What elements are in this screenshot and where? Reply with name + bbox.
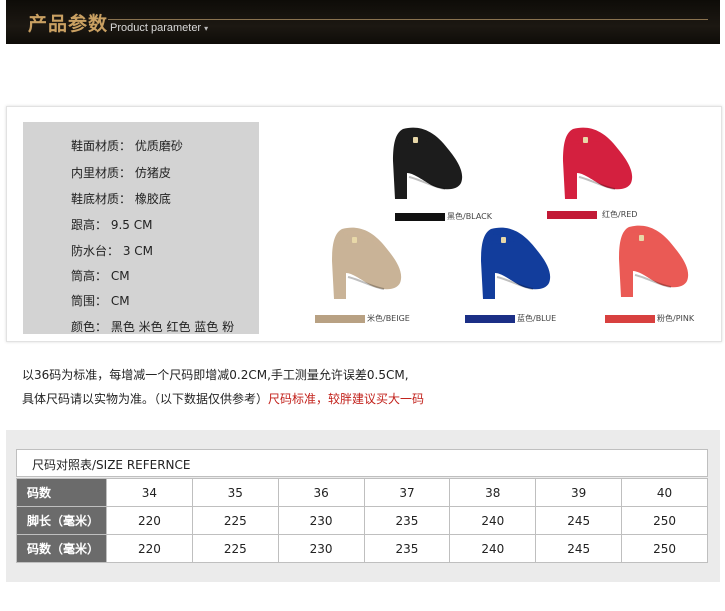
table-row: 码数 34 35 36 37 38 39 40 bbox=[16, 478, 708, 507]
table-cell: 240 bbox=[449, 534, 537, 563]
table-cell: 35 bbox=[191, 478, 279, 507]
color-label-beige: 米色/BEIGE bbox=[367, 314, 410, 323]
table-cell: 40 bbox=[621, 478, 708, 507]
table-cell: 220 bbox=[106, 534, 193, 563]
shoe-image-beige bbox=[332, 227, 402, 299]
table-cell: 34 bbox=[106, 478, 193, 507]
spec-box: 鞋面材质： 优质磨砂 内里材质： 仿猪皮 鞋底材质： 橡胶底 跟高： 9.5 C… bbox=[23, 122, 259, 334]
table-cell: 250 bbox=[621, 534, 708, 563]
color-label-pink: 粉色/PINK bbox=[657, 314, 695, 323]
dropdown-arrow-icon: ▾ bbox=[204, 24, 209, 33]
spec-sole-material: 鞋底材质： 橡胶底 bbox=[71, 192, 171, 206]
shoe-image-pink bbox=[619, 225, 689, 297]
table-row: 码数（毫米） 220 225 230 235 240 245 250 bbox=[16, 534, 708, 563]
table-cell: 38 bbox=[449, 478, 537, 507]
table-cell: 245 bbox=[535, 506, 623, 535]
table-cell: 225 bbox=[191, 506, 279, 535]
spec-colors: 颜色： 黑色 米色 红色 蓝色 粉 bbox=[71, 320, 235, 334]
size-note-reference: 具体尺码请以实物为准。（以下数据仅供参考） bbox=[22, 392, 269, 406]
swatch-pink bbox=[605, 315, 655, 323]
table-cell: 235 bbox=[363, 506, 451, 535]
section-subtitle-text: Product parameter bbox=[110, 22, 202, 34]
row-header: 脚长（毫米） bbox=[16, 506, 107, 535]
row-header: 码数（毫米） bbox=[16, 534, 107, 563]
table-cell: 240 bbox=[449, 506, 537, 535]
table-cell: 245 bbox=[535, 534, 623, 563]
shoe-image-blue bbox=[481, 227, 551, 299]
spec-lining-material: 内里材质： 仿猪皮 bbox=[71, 166, 171, 180]
table-cell: 230 bbox=[277, 506, 365, 535]
section-subtitle: Product parameter ▾ bbox=[110, 22, 208, 34]
product-panel: 鞋面材质： 优质磨砂 内里材质： 仿猪皮 鞋底材质： 橡胶底 跟高： 9.5 C… bbox=[6, 106, 722, 342]
shoe-image-black bbox=[393, 127, 463, 199]
table-cell: 230 bbox=[277, 534, 365, 563]
color-label-blue: 蓝色/BLUE bbox=[517, 314, 557, 323]
spec-shaft-width: 筒围： CM bbox=[71, 294, 130, 308]
table-cell: 235 bbox=[363, 534, 451, 563]
table-cell: 39 bbox=[535, 478, 623, 507]
table-row: 脚长（毫米） 220 225 230 235 240 245 250 bbox=[16, 506, 708, 535]
swatch-black bbox=[395, 213, 445, 221]
table-cell: 220 bbox=[106, 506, 193, 535]
spec-heel-height: 跟高： 9.5 CM bbox=[71, 218, 153, 232]
spec-shaft-height: 筒高： CM bbox=[71, 269, 130, 283]
size-chart-title-box: 尺码对照表/SIZE REFERNCE bbox=[16, 449, 708, 477]
size-note-line2: 具体尺码请以实物为准。（以下数据仅供参考）尺码标准，较胖建议买大一码 bbox=[22, 390, 424, 407]
spec-platform: 防水台： 3 CM bbox=[71, 244, 153, 258]
row-header: 码数 bbox=[16, 478, 107, 507]
size-chart-section: 尺码对照表/SIZE REFERNCE 码数 34 35 36 37 38 39 40 脚长（毫… bbox=[6, 430, 720, 582]
header-divider bbox=[108, 19, 708, 20]
size-chart-table: 码数 34 35 36 37 38 39 40 脚长（毫米） 220 225 230 235 240 245… bbox=[16, 478, 708, 563]
table-cell: 250 bbox=[621, 506, 708, 535]
table-cell: 225 bbox=[191, 534, 279, 563]
swatch-red bbox=[547, 211, 597, 219]
size-chart-title: 尺码对照表/SIZE REFERNCE bbox=[32, 458, 191, 472]
table-cell: 37 bbox=[363, 478, 451, 507]
section-header: 产品参数 Product parameter ▾ bbox=[6, 0, 720, 44]
swatch-beige bbox=[315, 315, 365, 323]
size-note-advice: 尺码标准，较胖建议买大一码 bbox=[268, 392, 425, 406]
shoe-image-red bbox=[563, 127, 633, 199]
spec-upper-material: 鞋面材质： 优质磨砂 bbox=[71, 139, 183, 153]
size-note-line1: 以36码为标准，每增减一个尺码即增减0.2CM,手工测量允许误差0.5CM, bbox=[22, 368, 409, 382]
table-cell: 36 bbox=[277, 478, 365, 507]
swatch-blue bbox=[465, 315, 515, 323]
section-title: 产品参数 bbox=[28, 13, 109, 35]
